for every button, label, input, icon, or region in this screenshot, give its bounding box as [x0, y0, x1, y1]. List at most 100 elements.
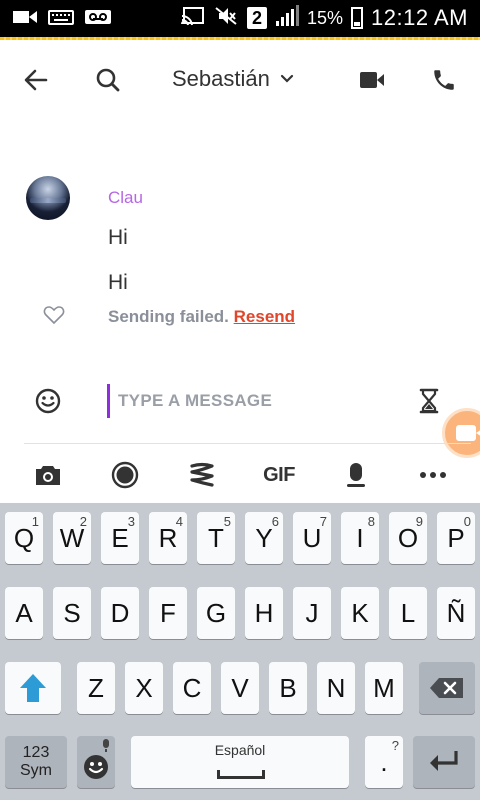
video-camera-icon [360, 72, 384, 88]
shift-key[interactable] [5, 662, 61, 714]
signal-icon [275, 4, 300, 32]
key-l[interactable]: L [389, 587, 427, 639]
key-s[interactable]: S [53, 587, 91, 639]
camera-button[interactable] [31, 458, 65, 492]
composer-divider [24, 443, 471, 444]
video-call-button[interactable] [354, 62, 390, 98]
contact-name: Sebastián [172, 66, 270, 91]
key-w[interactable]: 2W [53, 512, 91, 564]
video-chat-bubble[interactable] [442, 408, 480, 458]
key-enye[interactable]: Ñ [437, 587, 475, 639]
key-v[interactable]: V [221, 662, 259, 714]
key-a[interactable]: A [5, 587, 43, 639]
key-q[interactable]: 1Q [5, 512, 43, 564]
key-k[interactable]: K [341, 587, 379, 639]
more-options-button[interactable] [416, 458, 450, 492]
sender-avatar[interactable] [26, 176, 70, 220]
gif-button[interactable]: GIF [262, 458, 296, 492]
microphone-icon [347, 463, 365, 487]
status-left-icons [12, 8, 112, 31]
key-f[interactable]: F [149, 587, 187, 639]
key-t[interactable]: 5T [197, 512, 235, 564]
snap-button[interactable] [108, 458, 142, 492]
key-z[interactable]: Z [77, 662, 115, 714]
mic-small-icon [103, 739, 109, 752]
key-e[interactable]: 3E [101, 512, 139, 564]
sender-name: Clau [108, 188, 143, 207]
key-label: I [356, 523, 364, 553]
key-i[interactable]: 8I [341, 512, 379, 564]
key-label: U [302, 523, 322, 553]
search-icon [96, 68, 120, 92]
key-r[interactable]: 4R [149, 512, 187, 564]
enter-key[interactable] [413, 736, 475, 788]
video-camera-icon [456, 425, 480, 441]
chat-message[interactable]: Hi [108, 226, 128, 250]
chat-message[interactable]: Hi [108, 271, 128, 295]
key-u[interactable]: 7U [293, 512, 331, 564]
more-dots-icon [420, 472, 446, 478]
key-o[interactable]: 9O [389, 512, 427, 564]
key-hint: 4 [175, 514, 183, 529]
key-p[interactable]: 0P [437, 512, 475, 564]
key-label: T [208, 523, 224, 553]
clock: 12:12 AM [371, 5, 468, 30]
key-hint: 8 [367, 514, 375, 529]
resend-link[interactable]: Resend [234, 307, 295, 326]
enter-arrow-icon [430, 751, 458, 771]
key-d[interactable]: D [101, 587, 139, 639]
symbols-key[interactable]: 123 Sym [5, 736, 67, 788]
key-y[interactable]: 6Y [245, 512, 283, 564]
key-hint: 7 [319, 514, 327, 529]
phone-icon [434, 70, 454, 90]
app-root: 2 15% 12:12 AM Sebastián Clau Hi Hi Send… [0, 0, 480, 800]
period-key[interactable]: ? . [365, 736, 403, 788]
circle-record-icon [111, 461, 139, 489]
heart-outline-icon [43, 306, 65, 325]
key-c[interactable]: C [173, 662, 211, 714]
search-button[interactable] [90, 62, 126, 98]
key-label: E [111, 523, 129, 553]
voice-call-button[interactable] [426, 62, 462, 98]
key-label: Y [255, 523, 273, 553]
stickers-button[interactable] [185, 458, 219, 492]
key-hint: 2 [79, 514, 87, 529]
send-failed-text: Sending failed. [108, 307, 229, 326]
key-n[interactable]: N [317, 662, 355, 714]
soft-keyboard: 1Q 2W 3E 4R 5T 6Y 7U 8I 9O 0P A S D F G … [0, 503, 480, 800]
key-j[interactable]: J [293, 587, 331, 639]
key-h[interactable]: H [245, 587, 283, 639]
key-hint: 9 [415, 514, 423, 529]
key-hint: 0 [463, 514, 471, 529]
smiley-icon [84, 755, 108, 779]
key-hint: ? [391, 738, 399, 753]
key-x[interactable]: X [125, 662, 163, 714]
video-notification-icon [12, 8, 38, 31]
message-input[interactable] [118, 384, 398, 418]
key-hint: 5 [223, 514, 231, 529]
symbols-key-top: 123 [22, 744, 50, 761]
space-key-language: Español [214, 742, 266, 758]
key-b[interactable]: B [269, 662, 307, 714]
voice-note-button[interactable] [339, 458, 373, 492]
chat-header: Sebastián [0, 40, 480, 118]
key-hint: 3 [127, 514, 135, 529]
stickers-icon [190, 462, 214, 487]
backspace-key[interactable] [419, 662, 475, 714]
emoji-button[interactable] [35, 388, 61, 419]
back-button[interactable] [18, 62, 54, 98]
key-hint: 6 [271, 514, 279, 529]
contact-selector[interactable]: Sebastián [172, 66, 294, 92]
chat-timer-button[interactable] [418, 388, 440, 419]
space-key[interactable]: Español [131, 736, 349, 788]
key-g[interactable]: G [197, 587, 235, 639]
hourglass-icon [419, 388, 439, 414]
chat-tools-row: GIF [0, 452, 480, 496]
key-m[interactable]: M [365, 662, 403, 714]
battery-percent: 15% [307, 7, 344, 28]
smiley-icon [35, 388, 61, 414]
key-hint: 1 [31, 514, 39, 529]
emoji-voice-key[interactable] [77, 736, 115, 788]
status-bar: 2 15% 12:12 AM [0, 0, 480, 37]
save-message-button[interactable] [43, 305, 65, 330]
